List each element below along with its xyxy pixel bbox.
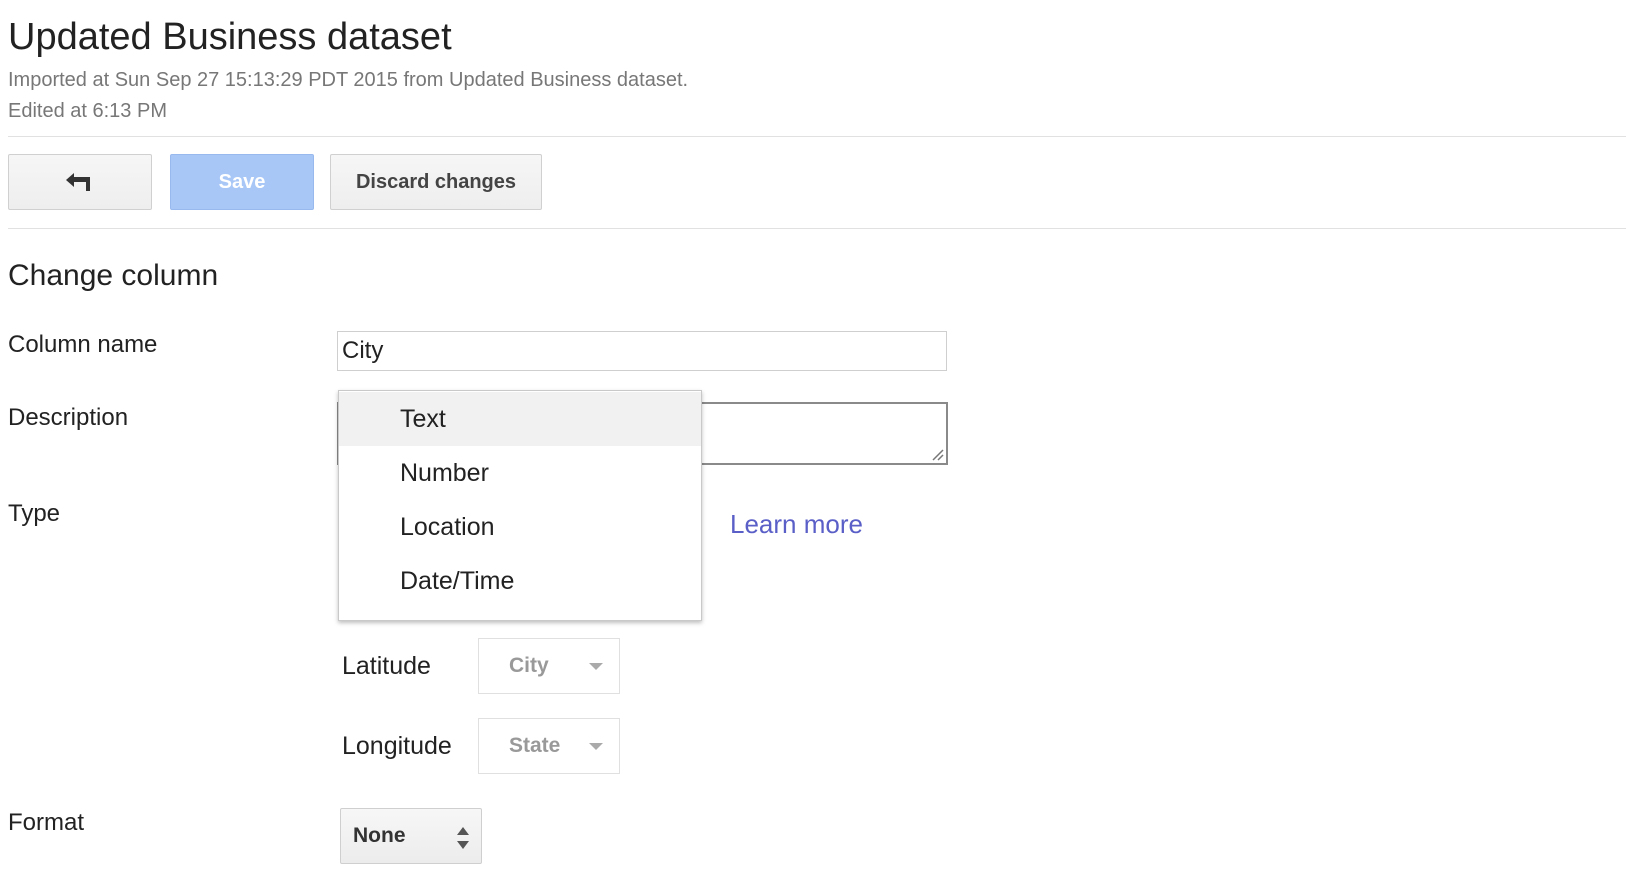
- format-select-value: None: [353, 824, 406, 847]
- edit-info: Edited at 6:13 PM: [8, 100, 167, 122]
- divider-top: [8, 136, 1626, 137]
- divider-middle: [8, 228, 1626, 229]
- format-label: Format: [8, 809, 85, 836]
- longitude-label: Longitude: [342, 732, 452, 760]
- type-option-datetime[interactable]: Date/Time: [339, 554, 701, 608]
- column-name-label: Column name: [8, 331, 158, 358]
- type-dropdown-menu: Text Number Location Date/Time: [338, 390, 702, 621]
- chevron-down-icon: [589, 663, 603, 670]
- page-title: Updated Business dataset: [8, 16, 452, 58]
- discard-changes-button[interactable]: Discard changes: [330, 154, 542, 210]
- latitude-select-value: City: [509, 654, 549, 677]
- column-name-input[interactable]: [337, 331, 947, 371]
- back-arrow-icon: [66, 173, 90, 191]
- change-column-page: Updated Business dataset Imported at Sun…: [0, 0, 1626, 870]
- type-option-text[interactable]: Text: [339, 392, 701, 446]
- latitude-label: Latitude: [342, 652, 431, 680]
- chevron-down-icon: [589, 743, 603, 750]
- longitude-select-value: State: [509, 734, 561, 757]
- longitude-select[interactable]: State: [478, 718, 620, 774]
- save-button[interactable]: Save: [170, 154, 314, 210]
- section-title: Change column: [8, 259, 219, 292]
- format-select[interactable]: None: [340, 808, 482, 864]
- type-label: Type: [8, 500, 61, 527]
- import-info: Imported at Sun Sep 27 15:13:29 PDT 2015…: [8, 69, 689, 91]
- type-option-number[interactable]: Number: [339, 446, 701, 500]
- up-down-arrows-icon: [457, 827, 469, 849]
- type-option-location[interactable]: Location: [339, 500, 701, 554]
- description-label: Description: [8, 404, 129, 431]
- resize-grip-icon[interactable]: [930, 447, 944, 461]
- learn-more-link[interactable]: Learn more: [730, 509, 863, 540]
- back-button[interactable]: [8, 154, 152, 210]
- latitude-select[interactable]: City: [478, 638, 620, 694]
